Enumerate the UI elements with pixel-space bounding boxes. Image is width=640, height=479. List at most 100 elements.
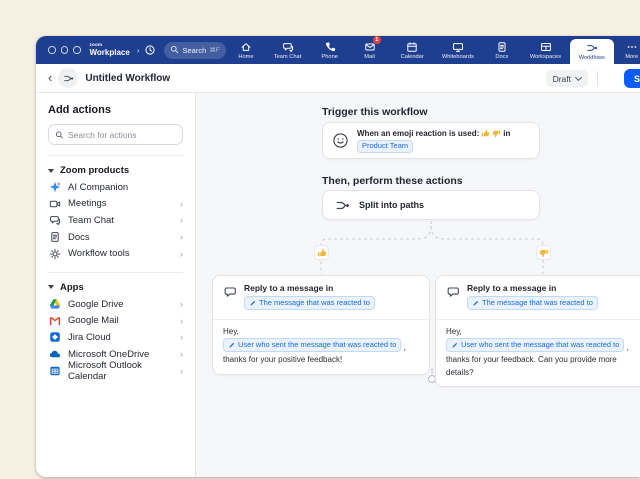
- reply-card-positive[interactable]: Reply to a message in The message that w…: [212, 275, 430, 375]
- sidebar-divider: [48, 272, 183, 273]
- nav-item-phone[interactable]: Phone: [310, 36, 350, 64]
- top-navbar: zoom Workplace › Search ⌘F Home Team Cha…: [36, 36, 640, 64]
- nav-item-docs[interactable]: Docs: [482, 36, 522, 64]
- nav-item-workspaces[interactable]: Workspaces: [522, 36, 570, 64]
- emoji-reaction-icon: [332, 132, 349, 149]
- chevron-right-icon: ›: [180, 332, 183, 342]
- sidebar-item-meetings[interactable]: Meetings ›: [48, 196, 183, 213]
- reply-message-text: Hey, User who sent the message that was …: [436, 320, 640, 386]
- caret-down-icon: [48, 169, 54, 173]
- more-icon: [626, 41, 638, 53]
- google-drive-icon: [49, 298, 61, 310]
- nav-item-mail[interactable]: 1 Mail: [350, 36, 390, 64]
- thumbs-up-icon: [481, 129, 490, 138]
- pencil-icon: [249, 299, 257, 307]
- window-minimize-button[interactable]: [61, 46, 69, 54]
- team-chat-icon: [49, 214, 61, 226]
- search-placeholder: Search: [182, 46, 206, 55]
- split-card-label: Split into paths: [359, 200, 424, 210]
- search-icon: [170, 41, 179, 59]
- gear-icon: [49, 248, 61, 260]
- workflow-icon: [63, 73, 74, 84]
- card-title: Reply to a message in: [467, 283, 598, 293]
- user-chip[interactable]: User who sent the message that was react…: [446, 338, 624, 352]
- docs-icon: [496, 41, 508, 53]
- sidebar-item-google-mail[interactable]: Google Mail ›: [48, 313, 183, 330]
- navbar-tabs: Home Team Chat Phone 1 Mail Calendar: [226, 36, 640, 64]
- nav-item-home[interactable]: Home: [226, 36, 266, 64]
- back-button[interactable]: ‹: [48, 70, 52, 85]
- sidebar-divider: [48, 155, 183, 156]
- sidebar-item-workflow-tools[interactable]: Workflow tools ›: [48, 245, 183, 262]
- section-apps[interactable]: Apps: [48, 279, 183, 296]
- thumbs-down-icon: [492, 129, 501, 138]
- search-shortcut: ⌘F: [209, 46, 219, 54]
- sidebar-item-ai-companion[interactable]: AI Companion: [48, 179, 183, 196]
- home-icon: [240, 41, 252, 53]
- sidebar-item-jira-cloud[interactable]: Jira Cloud ›: [48, 329, 183, 346]
- window-close-button[interactable]: [48, 46, 56, 54]
- global-search-input[interactable]: Search ⌘F: [164, 42, 225, 59]
- sidebar-item-google-drive[interactable]: Google Drive ›: [48, 296, 183, 313]
- team-chat-icon: [282, 41, 294, 53]
- workspaces-icon: [540, 41, 552, 53]
- user-chip[interactable]: User who sent the message that was react…: [223, 338, 401, 352]
- pencil-icon: [472, 299, 480, 307]
- chat-bubble-icon: [446, 285, 460, 299]
- nav-item-calendar[interactable]: Calendar: [390, 36, 434, 64]
- split-into-paths-card[interactable]: Split into paths: [322, 190, 540, 220]
- chevron-down-icon: [575, 74, 582, 81]
- zoom-workplace-logo: zoom Workplace: [90, 43, 130, 57]
- caret-down-icon: [48, 285, 54, 289]
- actions-sidebar: Add actions Zoom products AI Companion: [36, 93, 196, 477]
- split-paths-icon: [335, 198, 350, 213]
- status-dropdown[interactable]: Draft: [546, 70, 588, 87]
- whiteboards-icon: [452, 41, 464, 53]
- reply-card-details[interactable]: Reply to a message in The message that w…: [435, 275, 640, 387]
- save-changes-button[interactable]: Save ch: [624, 69, 640, 88]
- chevron-right-icon: ›: [180, 249, 183, 259]
- pencil-icon: [451, 341, 459, 349]
- phone-icon: [324, 41, 336, 53]
- branch-thumbs-down-badge[interactable]: [536, 245, 551, 260]
- message-chip[interactable]: The message that was reacted to: [244, 296, 375, 310]
- history-icon[interactable]: [144, 44, 156, 56]
- message-chip[interactable]: The message that was reacted to: [467, 296, 598, 310]
- thumbs-up-icon: [317, 248, 327, 258]
- sidebar-item-docs[interactable]: Docs ›: [48, 229, 183, 246]
- branch-thumbs-up-badge[interactable]: [314, 245, 329, 260]
- status-label: Draft: [553, 74, 571, 84]
- workflow-canvas[interactable]: Trigger this workflow When an emoji reac…: [196, 93, 640, 477]
- chevron-right-icon: ›: [180, 349, 183, 359]
- workflows-icon: [586, 42, 598, 54]
- thumbs-down-icon: [539, 248, 549, 258]
- logo-workplace-text: Workplace: [90, 49, 130, 57]
- trigger-heading: Trigger this workflow: [322, 106, 428, 118]
- trigger-card[interactable]: When an emoji reaction is used: in Produ…: [322, 122, 540, 159]
- chevron-right-icon: ›: [180, 299, 183, 309]
- actions-search-input[interactable]: [68, 130, 176, 140]
- nav-item-workflows[interactable]: Workflows: [570, 39, 614, 64]
- workflow-avatar: [58, 68, 78, 88]
- channel-chip[interactable]: Product Team: [357, 140, 413, 154]
- chevron-right-icon: ›: [137, 46, 140, 55]
- toolbar-divider: [597, 71, 598, 86]
- chevron-right-icon: ›: [180, 316, 183, 326]
- sidebar-item-microsoft-outlook-calendar[interactable]: Microsoft Outlook Calendar ›: [48, 362, 183, 379]
- nav-item-team-chat[interactable]: Team Chat: [266, 36, 310, 64]
- chevron-right-icon: ›: [180, 215, 183, 225]
- onedrive-icon: [49, 348, 61, 360]
- sidebar-item-team-chat[interactable]: Team Chat ›: [48, 212, 183, 229]
- outlook-calendar-icon: [49, 365, 61, 377]
- app-window: zoom Workplace › Search ⌘F Home Team Cha…: [36, 36, 640, 477]
- ai-companion-icon: [49, 181, 61, 193]
- main-area: Add actions Zoom products AI Companion: [36, 93, 640, 477]
- window-zoom-button[interactable]: [73, 46, 81, 54]
- actions-search-field[interactable]: [48, 124, 183, 145]
- search-icon: [55, 130, 64, 140]
- actions-heading: Then, perform these actions: [322, 175, 463, 187]
- meetings-icon: [49, 198, 61, 210]
- section-zoom-products[interactable]: Zoom products: [48, 162, 183, 179]
- nav-item-whiteboards[interactable]: Whiteboards: [434, 36, 482, 64]
- nav-item-more[interactable]: More: [614, 36, 640, 64]
